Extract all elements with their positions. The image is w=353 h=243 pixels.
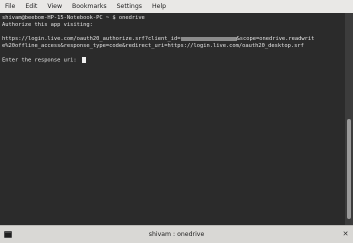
- prompt-user: shivam@beebom-HP-15-Notebook-PC: [2, 15, 103, 21]
- response-prompt-line: Enter the response uri:: [2, 57, 86, 65]
- response-prompt: Enter the response uri:: [2, 57, 80, 64]
- prompt-path: ~ $: [102, 15, 119, 21]
- menu-help[interactable]: Help: [152, 0, 166, 13]
- menu-bookmarks[interactable]: Bookmarks: [72, 0, 107, 13]
- url-text-start: https://login.live.com/oauth20_authorize…: [2, 36, 181, 42]
- menu-bar: File Edit View Bookmarks Settings Help: [0, 0, 353, 13]
- tab-bar: shivam : onedrive ✕: [0, 225, 353, 243]
- text-cursor: [81, 57, 86, 63]
- menu-file[interactable]: File: [5, 0, 15, 13]
- url-line: https://login.live.com/oauth20_authorize…: [2, 36, 314, 43]
- terminal-output[interactable]: shivam@beebom-HP-15-Notebook-PC ~ $ oned…: [0, 13, 345, 225]
- tab-title[interactable]: shivam : onedrive: [0, 226, 353, 243]
- menu-view[interactable]: View: [47, 0, 62, 13]
- close-icon[interactable]: ✕: [341, 230, 350, 239]
- menu-settings[interactable]: Settings: [117, 0, 142, 13]
- scrollbar-thumb[interactable]: [347, 119, 351, 219]
- output-line: Authorize this app visiting:: [2, 22, 93, 28]
- redacted-client-id: [180, 36, 237, 41]
- prompt-line: shivam@beebom-HP-15-Notebook-PC ~ $ oned…: [2, 15, 145, 22]
- terminal-window: File Edit View Bookmarks Settings Help s…: [0, 0, 353, 243]
- url-line-continued: e%20offline_access&response_type=code&re…: [2, 43, 304, 49]
- url-text-end: &scope=onedrive.readwrit: [236, 36, 315, 42]
- command-text: onedrive: [118, 15, 145, 21]
- menu-edit[interactable]: Edit: [25, 0, 37, 13]
- vertical-scrollbar[interactable]: [345, 13, 353, 225]
